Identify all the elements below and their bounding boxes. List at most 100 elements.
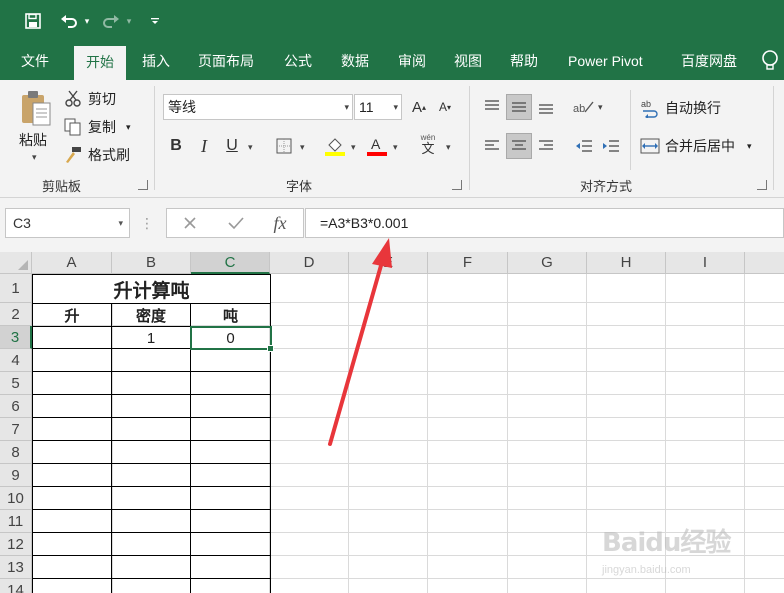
column-header-j[interactable] <box>745 252 784 274</box>
column-header-e[interactable]: E <box>349 252 428 274</box>
redo-dropdown-icon[interactable]: ▾ <box>124 9 134 33</box>
row-header-2[interactable]: 2 <box>0 303 32 326</box>
grid-cell[interactable] <box>428 326 508 349</box>
customize-qat-icon[interactable] <box>148 9 162 33</box>
orientation-dropdown-icon[interactable]: ▾ <box>598 102 603 113</box>
formula-bar-grip-icon[interactable]: ⋮ <box>140 208 154 238</box>
font-size-dropdown-icon[interactable]: ▾ <box>393 95 398 119</box>
grid-cell[interactable] <box>112 510 191 533</box>
formula-input[interactable]: =A3*B3*0.001 <box>305 208 784 238</box>
grid-cell[interactable] <box>33 510 113 533</box>
decrease-indent-icon[interactable] <box>571 133 597 159</box>
grid-cell[interactable] <box>666 326 745 349</box>
grid-cell[interactable] <box>270 510 349 533</box>
font-color-icon[interactable]: A <box>364 133 390 159</box>
grid-cell[interactable] <box>112 395 191 418</box>
row-header-9[interactable]: 9 <box>0 464 32 487</box>
save-icon[interactable] <box>22 9 44 33</box>
grid-cell[interactable] <box>270 349 349 372</box>
underline-button[interactable]: U <box>219 133 245 159</box>
grid-cell[interactable] <box>428 349 508 372</box>
borders-icon[interactable] <box>271 133 297 159</box>
tab-file[interactable]: 文件 <box>9 42 61 80</box>
bold-button[interactable]: B <box>163 133 189 159</box>
grid-cell[interactable] <box>33 372 113 395</box>
font-name-combo[interactable]: 等线 ▾ <box>163 94 353 120</box>
tab-baidu-netdisk[interactable]: 百度网盘 <box>669 42 749 80</box>
title-cell[interactable]: 升计算吨 <box>33 275 270 303</box>
grid-cell[interactable] <box>745 274 784 303</box>
align-center-icon[interactable] <box>506 133 532 159</box>
grid-cell[interactable] <box>428 372 508 395</box>
grid-cell[interactable] <box>587 274 666 303</box>
grid-cell[interactable] <box>428 533 508 556</box>
grid-cell[interactable] <box>587 372 666 395</box>
grid-cell[interactable] <box>587 464 666 487</box>
grid-cell[interactable] <box>349 303 428 326</box>
column-header-c[interactable]: C <box>191 252 270 274</box>
grid-cell[interactable] <box>745 326 784 349</box>
grid-cell[interactable] <box>33 487 113 510</box>
align-top-icon[interactable] <box>479 94 505 120</box>
grid-cell[interactable] <box>587 326 666 349</box>
grid-cell[interactable] <box>33 441 113 464</box>
grid-cell[interactable] <box>587 395 666 418</box>
grid-cell[interactable] <box>745 349 784 372</box>
grid-cell[interactable] <box>587 487 666 510</box>
grid-cell[interactable] <box>745 395 784 418</box>
grid-cell[interactable] <box>428 441 508 464</box>
grid-cell[interactable] <box>191 464 270 487</box>
grid-cell[interactable] <box>270 274 349 303</box>
grid-cell[interactable] <box>666 349 745 372</box>
grid-cell[interactable] <box>508 372 587 395</box>
grid-cell[interactable] <box>666 464 745 487</box>
grid-cell[interactable] <box>112 533 191 556</box>
grid-cell[interactable] <box>112 579 191 593</box>
grid-cell[interactable] <box>349 372 428 395</box>
grid-cell[interactable] <box>191 487 270 510</box>
grid-cell[interactable] <box>666 372 745 395</box>
grid-cell[interactable] <box>508 464 587 487</box>
clipboard-launcher-icon[interactable] <box>138 180 148 190</box>
row-header-10[interactable]: 10 <box>0 487 32 510</box>
grid-cell[interactable] <box>270 533 349 556</box>
grid-cell[interactable] <box>508 395 587 418</box>
grid-cell[interactable] <box>33 418 113 441</box>
grid-cell[interactable] <box>666 441 745 464</box>
grid-cell[interactable] <box>270 556 349 579</box>
phonetic-dropdown-icon[interactable]: ▾ <box>446 142 451 153</box>
grid-cell[interactable] <box>191 510 270 533</box>
grid-cell[interactable] <box>428 556 508 579</box>
grid-cell[interactable] <box>745 510 784 533</box>
grid-cell[interactable] <box>587 418 666 441</box>
wrap-text-button[interactable]: ab 自动换行 <box>640 96 721 120</box>
enter-icon[interactable] <box>222 208 250 238</box>
grid-cell[interactable] <box>112 418 191 441</box>
row-header-3[interactable]: 3 <box>0 326 32 349</box>
grid-cell[interactable] <box>191 556 270 579</box>
grid-cell[interactable] <box>745 441 784 464</box>
grid-cell[interactable] <box>270 372 349 395</box>
italic-button[interactable]: I <box>191 133 217 159</box>
grid-cell[interactable] <box>666 303 745 326</box>
grid-cell[interactable] <box>33 395 113 418</box>
row-header-1[interactable]: 1 <box>0 274 32 303</box>
grid-cell[interactable] <box>428 303 508 326</box>
grid-cell[interactable] <box>349 395 428 418</box>
grid-cell[interactable] <box>112 372 191 395</box>
grid-cell[interactable] <box>191 441 270 464</box>
fill-color-dropdown-icon[interactable]: ▾ <box>351 142 356 153</box>
grid-cell[interactable] <box>270 487 349 510</box>
tab-review[interactable]: 审阅 <box>386 42 438 80</box>
increase-font-size-icon[interactable]: A ▴ <box>406 94 432 120</box>
grid-cell[interactable] <box>191 349 270 372</box>
grid-cell[interactable] <box>508 487 587 510</box>
decrease-font-size-icon[interactable]: A ▾ <box>432 94 458 120</box>
grid-cell[interactable] <box>745 418 784 441</box>
select-all-button[interactable] <box>0 252 32 274</box>
row-header-6[interactable]: 6 <box>0 395 32 418</box>
header-cell-liters[interactable]: 升 <box>33 304 111 326</box>
grid-cell[interactable] <box>428 464 508 487</box>
grid-cell[interactable] <box>112 464 191 487</box>
grid-cell[interactable] <box>508 533 587 556</box>
